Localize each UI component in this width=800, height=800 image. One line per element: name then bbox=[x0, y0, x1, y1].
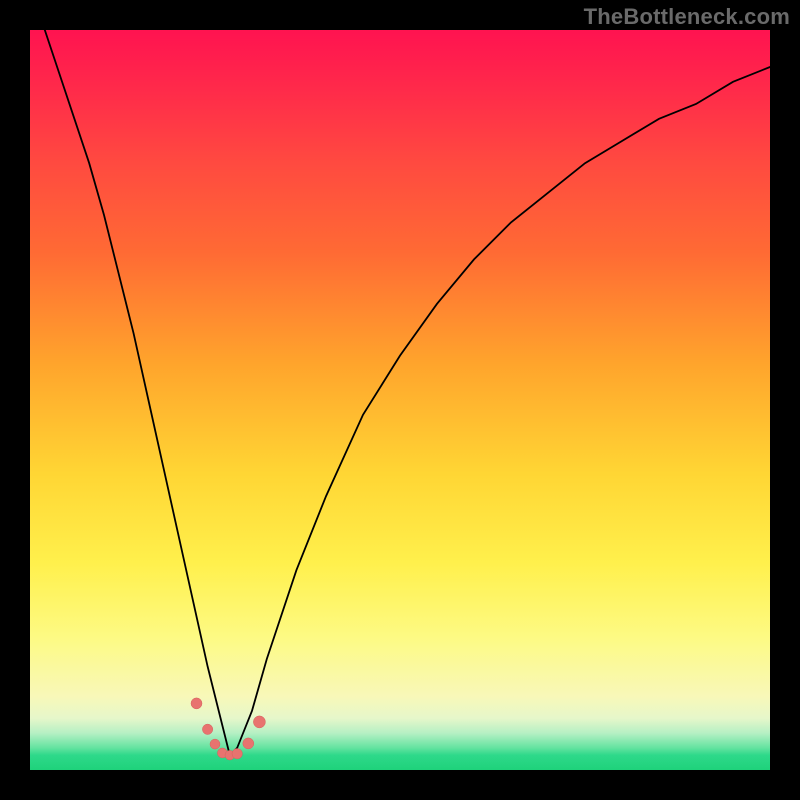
marker-dot bbox=[232, 749, 242, 759]
marker-dot bbox=[210, 739, 220, 749]
marker-dot bbox=[243, 738, 254, 749]
marker-dot bbox=[202, 724, 212, 734]
marker-dot bbox=[253, 716, 265, 728]
bottleneck-curve-svg bbox=[30, 30, 770, 770]
chart-frame: TheBottleneck.com bbox=[0, 0, 800, 800]
curve-path-group bbox=[30, 30, 770, 755]
watermark: TheBottleneck.com bbox=[584, 4, 790, 30]
plot-area bbox=[30, 30, 770, 770]
marker-group bbox=[191, 698, 265, 760]
curve-path-thin bbox=[230, 67, 770, 755]
curve-path-thick bbox=[30, 30, 770, 755]
marker-dot bbox=[191, 698, 202, 709]
